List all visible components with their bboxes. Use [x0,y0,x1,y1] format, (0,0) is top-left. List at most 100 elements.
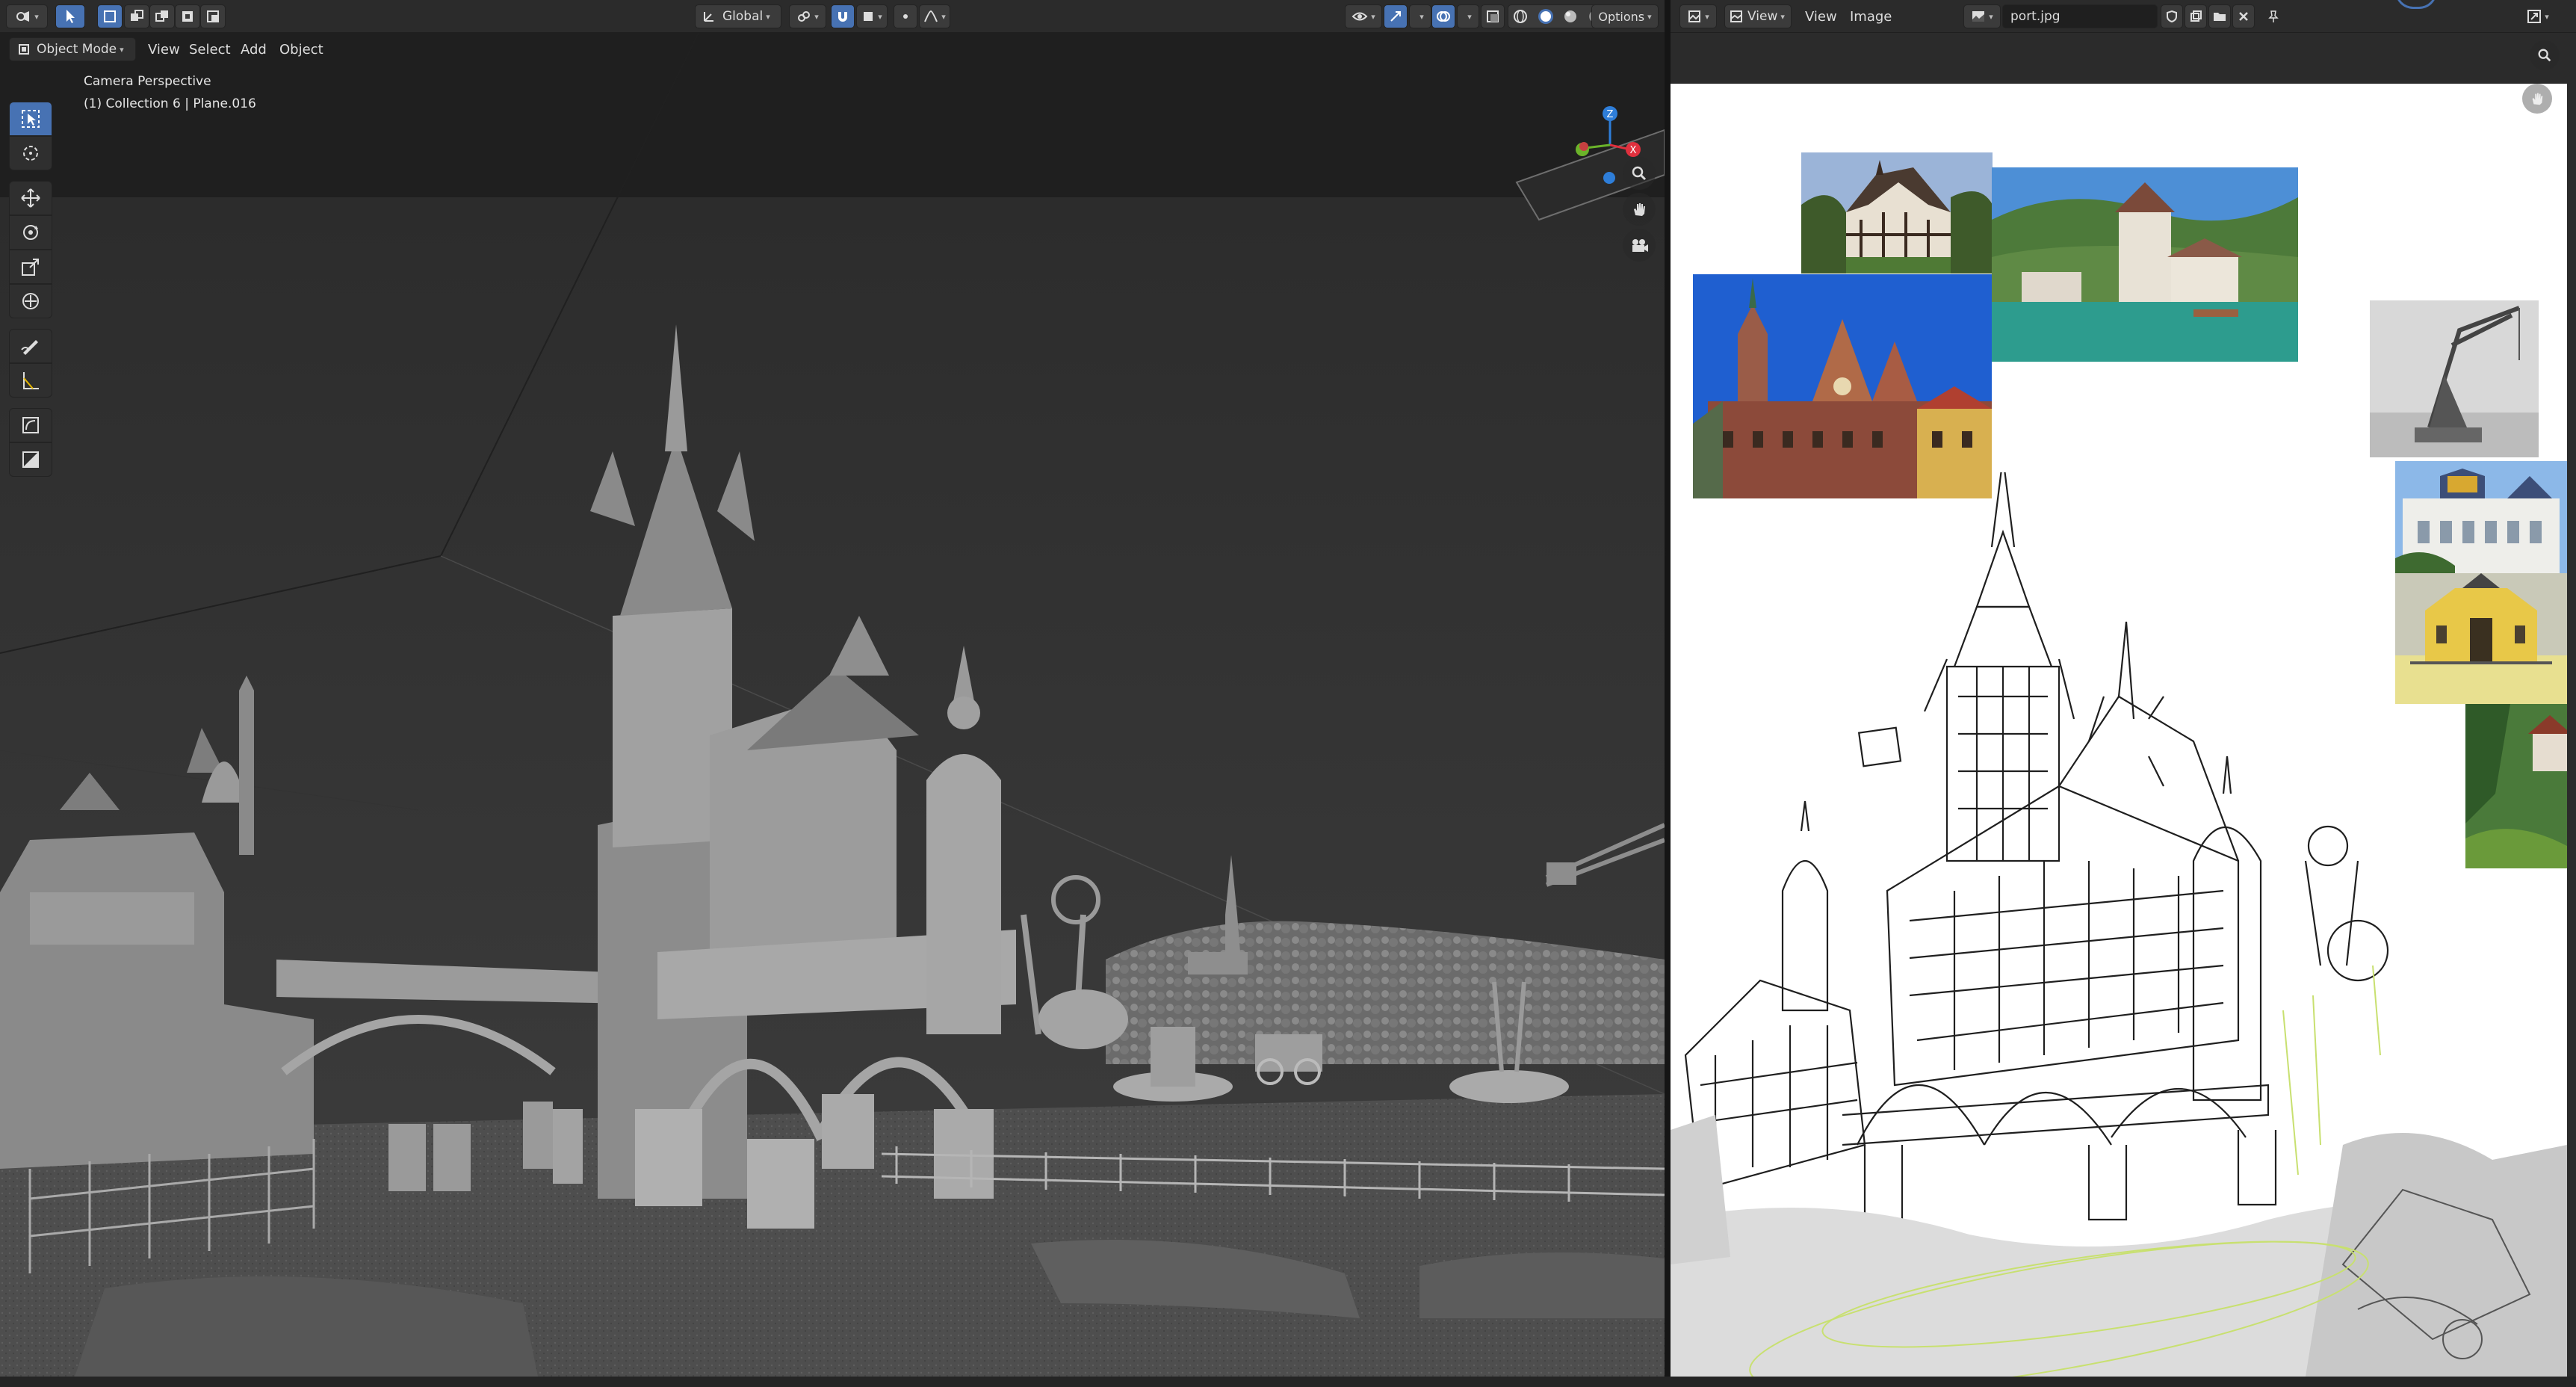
overlays-icon [1437,11,1450,22]
menu-add[interactable]: Add [235,37,273,61]
object-mode-icon [19,44,29,55]
ie-pan-button[interactable] [2522,84,2552,114]
hand-icon [1634,203,1645,216]
pivot-point-dropdown[interactable]: ▾ [789,4,826,28]
select-new-icon [104,10,116,22]
select-extend-icon [131,10,143,21]
reference-photo-lakeside-castle [1992,167,2298,362]
gizmo-dropdown[interactable]: ▾ [1409,4,1431,28]
add-plane-tool[interactable] [9,442,52,477]
cursor-tool[interactable] [9,136,52,170]
annotate-tool[interactable] [9,329,52,363]
xray-icon [1487,10,1499,22]
viewport-header: ▾ Global ▾ ▾ ▾ ▾ ▾ ▾ ▾ Options ▾ [0,0,1665,33]
snap-target-dropdown[interactable]: ▾ [856,4,888,28]
select-intersect-button[interactable] [200,4,226,28]
object-mode-dropdown[interactable]: Object Mode ▾ [9,37,136,61]
select-box-tool[interactable] [9,102,52,136]
viewport-collection-label: (1) Collection 6 | Plane.016 [84,96,256,111]
viewport-scene [0,33,1665,1377]
image-editor-subbar [1671,33,2576,84]
expand-icon [2527,10,2542,23]
zoom-view-button[interactable] [1623,157,1656,190]
cursor-icon [23,146,38,161]
ie-menu-view[interactable]: View [1799,4,1843,28]
z-axis-label: Z [1607,109,1614,120]
measure-tool[interactable] [9,363,52,398]
hand-icon [2532,93,2543,105]
snap-toggle[interactable] [831,4,855,28]
reference-photo-gothic-town-hall [1693,274,1992,498]
orientation-label: Global [722,9,764,24]
gizmo-toggle[interactable] [1384,4,1408,28]
solid-shading-icon[interactable] [1537,7,1555,25]
eye-icon [1352,12,1368,21]
orientation-axes-icon [704,12,713,22]
pivot-icon [798,11,811,22]
select-box-icon [22,110,40,128]
ie-open-image-button[interactable] [2208,4,2231,28]
editor-type-button[interactable]: ▾ [6,4,48,28]
overlays-toggle[interactable] [1431,4,1455,28]
scale-tool[interactable] [9,250,52,284]
area-divider[interactable] [1665,0,1671,1387]
select-invert-button[interactable] [175,4,200,28]
menu-object[interactable]: Object [273,37,329,61]
x-axis-label: X [1630,145,1637,156]
ie-fake-user-button[interactable] [2161,4,2183,28]
scale-icon [22,259,39,276]
proportional-edit-toggle[interactable] [894,4,917,28]
zoom-icon [1632,166,1647,181]
select-intersect-icon [207,10,219,22]
select-new-button[interactable] [97,4,123,28]
falloff-dropdown[interactable]: ▾ [919,4,950,28]
proportional-dot-icon [903,14,908,19]
rotate-tool[interactable] [9,215,52,250]
ie-image-name-field[interactable]: port.jpg [2002,4,2158,28]
status-bar [0,1377,2576,1387]
select-subtract-button[interactable] [149,4,175,28]
ie-browse-image-button[interactable]: ▾ [1963,4,2001,28]
gizmo-icon [1390,11,1401,22]
menu-view[interactable]: View [142,37,186,61]
image-browse-icon [1972,11,1985,22]
measure-icon [23,372,39,389]
magnet-icon [838,12,847,22]
ie-zoom-button[interactable] [2530,40,2560,70]
add-cube-icon [22,417,39,433]
ie-unlink-image-button[interactable] [2232,4,2255,28]
ie-pin-button[interactable] [2262,4,2285,28]
material-shading-icon[interactable] [1562,8,1579,25]
3d-viewport[interactable]: Camera Perspective (1) Collection 6 | Pl… [0,33,1665,1377]
select-extend-button[interactable] [124,4,149,28]
ie-editor-type-button[interactable]: ▾ [1679,4,1717,28]
move-tool[interactable] [9,181,52,215]
ie-sidebar-toggle[interactable]: ▾ [2519,4,2557,28]
castle-concept-sketch [1671,472,2567,1377]
visibility-dropdown[interactable]: ▾ [1345,4,1382,28]
add-cube-tool[interactable] [9,408,52,442]
ie-view-mode-dropdown[interactable]: View ▾ [1724,4,1792,28]
folder-icon [2214,13,2226,21]
ie-view-mode-label: View [1747,9,1778,24]
overlays-dropdown[interactable]: ▾ [1457,4,1479,28]
image-editor-canvas[interactable] [1671,84,2567,1377]
image-editor-header: ▾ View ▾ View Image ▾ port.jpg ▾ [1671,0,2576,33]
snap-target-icon [864,12,873,21]
object-mode-label: Object Mode [37,42,117,57]
menu-select[interactable]: Select [183,37,237,61]
transform-orientation-dropdown[interactable]: Global ▾ [695,4,781,28]
viewport-editor-icon [16,11,30,22]
select-arrow-icon [66,10,75,23]
transform-tool[interactable] [9,284,52,318]
pan-view-button[interactable] [1623,193,1656,226]
camera-view-button[interactable] [1623,229,1656,262]
transform-icon [22,293,39,309]
xray-toggle[interactable] [1481,4,1505,28]
select-mode-button[interactable] [55,4,85,28]
ie-menu-image[interactable]: Image [1844,4,1898,28]
ie-new-image-button[interactable] [2185,4,2207,28]
reference-photo-crane [2370,300,2539,457]
options-dropdown[interactable]: Options ▾ [1591,4,1659,28]
wireframe-shading-icon[interactable] [1512,8,1529,25]
